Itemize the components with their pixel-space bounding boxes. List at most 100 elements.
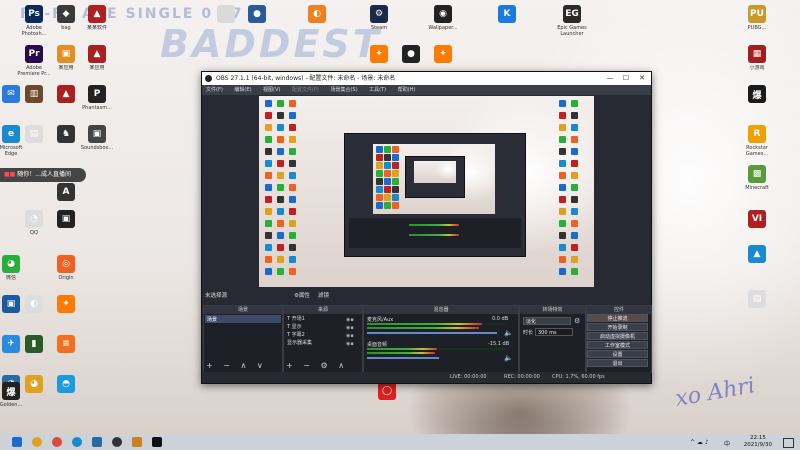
settings-button[interactable]: 设置	[587, 350, 648, 358]
desktop-icon-app34[interactable]: VI	[740, 210, 774, 246]
preview-mini-icon	[559, 136, 566, 143]
source-item[interactable]: 显示器采集	[287, 339, 312, 347]
app20-icon: ▥	[25, 85, 43, 103]
desktop-icon-adobe-ps[interactable]: Ps Adobe Photosh...	[17, 5, 51, 41]
desktop-icon-app20[interactable]: ▥	[17, 85, 51, 121]
start-recording-button[interactable]: 开始录制	[587, 323, 648, 331]
preview-mini-icon	[277, 196, 284, 203]
volume-slider[interactable]	[367, 357, 439, 359]
stop-streaming-button[interactable]: 停止推流	[587, 314, 648, 322]
virtual-camera-button[interactable]: 启动虚拟摄像机	[587, 332, 648, 340]
app27-icon: ▣	[88, 125, 106, 143]
start-menu-icon[interactable]	[12, 437, 22, 447]
source-visibility-icons[interactable]: ◉▪ ◉▪ ◉▪ ◉▪	[346, 316, 354, 348]
source-item[interactable]: T 显示	[287, 323, 312, 331]
desktop-icon-label: PUBG...	[747, 25, 767, 31]
desktop-icon-app18[interactable]: ▦ 小游戏	[740, 45, 774, 81]
desktop-icon-app22[interactable]: P Phantasm...	[80, 85, 114, 121]
desktop-icon-app21[interactable]: ▲	[49, 85, 83, 121]
desktop-icon-app6[interactable]: ◐	[300, 5, 334, 41]
obs-window[interactable]: OBS 27.1.1 (64-bit, windows) - 配置文件: 未命名…	[201, 71, 652, 384]
menu-help[interactable]: 帮助(H)	[398, 87, 416, 93]
duration-input[interactable]: 300 ms	[535, 328, 573, 336]
transition-select[interactable]: 淡化	[523, 317, 571, 325]
desktop-icon-rockstar[interactable]: R Rockstar Games...	[740, 125, 774, 161]
desktop-icon-wechat[interactable]: ◕ 微信	[0, 255, 28, 291]
desktop-icon-app42[interactable]: ▮	[17, 335, 51, 371]
scene-item[interactable]: 场景	[205, 315, 281, 323]
desktop-icon-label	[240, 25, 274, 37]
app6-icon: ◐	[308, 5, 326, 23]
desktop-icon-app40[interactable]: ✦	[49, 295, 83, 331]
studio-mode-button[interactable]: 工作室模式	[587, 341, 648, 349]
system-tray-icons[interactable]: ^ ☁ ♪	[690, 439, 709, 446]
desktop-icon-app2[interactable]: ◆ bag	[49, 5, 83, 41]
source-item[interactable]: T 开场1	[287, 315, 312, 323]
desktop-icon-app39[interactable]: ◐	[17, 295, 51, 331]
menu-file[interactable]: 文件(F)	[206, 87, 223, 93]
desktop-icon-app33[interactable]: ▣	[49, 210, 83, 246]
filters-button[interactable]: 滤镜	[318, 291, 329, 299]
menu-profile[interactable]: 配置文件(P)	[292, 87, 319, 93]
desktop-icon-app23[interactable]: 爆	[740, 85, 774, 121]
preview-mini-icon	[392, 194, 399, 201]
exit-button[interactable]: 退出	[587, 359, 648, 367]
obs-preview[interactable]	[259, 96, 594, 287]
notification-toast[interactable]: ■■ 随你！...成人直播间	[0, 168, 86, 182]
scenes-dock-buttons[interactable]: + − ∧ ∨	[206, 361, 267, 370]
desktop-icon-minecraft[interactable]: ▩ Minecraft	[740, 165, 774, 201]
desktop-icon-app14[interactable]: ▲ 某应用	[80, 45, 114, 81]
menu-view[interactable]: 视图(V)	[263, 87, 280, 93]
desktop-icon-app3[interactable]: ▲ 某某软件	[80, 5, 114, 41]
desktop-icon-label	[740, 265, 774, 277]
app-icon[interactable]	[92, 437, 102, 447]
desktop-icon-app48[interactable]: 爆 Golden...	[0, 382, 28, 418]
minimize-button[interactable]: —	[602, 72, 618, 85]
speaker-icon[interactable]: 🔈	[504, 354, 513, 362]
desktop-icon-app35[interactable]: ▲	[740, 245, 774, 281]
menu-edit[interactable]: 编辑(E)	[234, 87, 251, 93]
desktop-icon-pubg[interactable]: PU PUBG...	[740, 5, 774, 41]
desktop-icon-app4[interactable]	[209, 5, 243, 41]
obs-titlebar[interactable]: OBS 27.1.1 (64-bit, windows) - 配置文件: 未命名…	[202, 72, 651, 85]
search-icon[interactable]	[32, 437, 42, 447]
notification-center-icon[interactable]	[783, 438, 794, 448]
desktop-icon-app43[interactable]: ≡	[49, 335, 83, 371]
clock[interactable]: 22:15 2021/9/30	[744, 435, 772, 449]
edge-icon[interactable]	[72, 437, 82, 447]
desktop-icon-app25[interactable]: ▤	[17, 125, 51, 161]
preview-mini-icon	[571, 112, 578, 119]
menu-scene-collection[interactable]: 场景集合(S)	[330, 87, 357, 93]
speaker-icon[interactable]: 🔈	[504, 329, 513, 337]
volume-slider[interactable]	[367, 332, 497, 334]
desktop-icon-app26[interactable]: ♞	[49, 125, 83, 161]
desktop-icon-app49[interactable]: ▤	[740, 290, 774, 326]
desktop-icon-app46[interactable]: ◓	[49, 375, 83, 411]
desktop-icon-epic[interactable]: EG Epic Games Launcher	[555, 5, 589, 41]
properties-button[interactable]: ⚙属性	[294, 291, 310, 299]
menu-tools[interactable]: 工具(T)	[369, 87, 386, 93]
app-icon[interactable]	[132, 437, 142, 447]
desktop-icon-kugou[interactable]: K	[490, 5, 524, 41]
preview-mini-icon	[384, 194, 391, 201]
maximize-button[interactable]: ☐	[618, 72, 634, 85]
desktop-icon-qq[interactable]: ◔ QQ	[17, 210, 51, 246]
desktop-icon-app47[interactable]: ◯	[370, 382, 404, 418]
app-icon[interactable]	[152, 437, 162, 447]
desktop-icon-origin[interactable]: ◎ Origin	[49, 255, 83, 291]
desktop-icon-app13[interactable]: ▣ 某应用	[49, 45, 83, 81]
preview-mini-icon	[559, 112, 566, 119]
desktop-icon-steam[interactable]: ⚙ Steam	[362, 5, 396, 41]
preview-mini-icon	[277, 268, 284, 275]
source-item[interactable]: T 字幕2	[287, 331, 312, 339]
chrome-icon[interactable]	[52, 437, 62, 447]
preview-mini-icon	[376, 146, 383, 153]
desktop-icon-wallpaper[interactable]: ◉ Wallpaper...	[426, 5, 460, 41]
desktop-icon-app5[interactable]: ●	[240, 5, 274, 41]
ime-indicator[interactable]: 中	[724, 439, 730, 448]
desktop-icon-adobe-pr[interactable]: Pr Adobe Premiere Pr...	[17, 45, 51, 81]
gear-icon[interactable]: ⚙	[574, 317, 580, 325]
close-button[interactable]: ✕	[634, 72, 650, 85]
obs-taskbar-icon[interactable]	[112, 437, 122, 447]
desktop-icon-app27[interactable]: ▣ Soundsbox...	[80, 125, 114, 161]
